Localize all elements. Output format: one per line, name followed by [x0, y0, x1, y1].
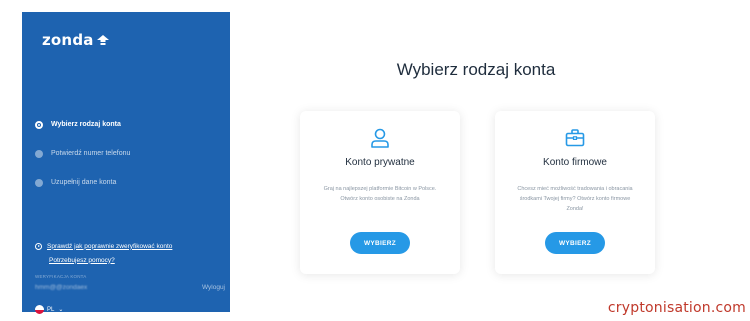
business-account-card[interactable]: Konto firmowe Chcesz mieć możliwość trad… [495, 111, 655, 274]
choose-personal-button[interactable]: WYBIERZ [350, 232, 410, 254]
step-label: Uzupełnij dane konta [51, 179, 117, 186]
need-help-link[interactable]: Potrzebujesz pomocy? [35, 254, 225, 266]
logo-text: zonda [42, 31, 94, 49]
language-code: PL [47, 306, 55, 313]
step-complete-account-data[interactable]: Uzupełnij dane konta [35, 168, 225, 197]
language-selector[interactable]: PL ⌄ [35, 305, 63, 314]
card-title: Konto prywatne [345, 157, 415, 168]
card-description: Graj na najlepszej platformie Bitcoin w … [323, 186, 437, 202]
zonda-logo[interactable]: zonda [42, 31, 109, 49]
step-dot-icon [35, 149, 43, 158]
page-title: Wybierz rodzaj konta [396, 60, 556, 79]
account-section-label: WERYFIKACJA KONTA [35, 274, 87, 279]
registration-steps: Wybierz rodzaj konta Potwierdź numer tel… [35, 110, 225, 197]
step-choose-account-type[interactable]: Wybierz rodzaj konta [35, 110, 225, 139]
verify-account-link[interactable]: Sprawdź jak poprawnie zweryfikować konto [35, 240, 225, 252]
logout-link[interactable]: Wyloguj [202, 284, 225, 291]
account-email: hmm@@zondaex [35, 284, 88, 291]
need-help-link-text: Potrzebujesz pomocy? [49, 256, 115, 264]
logo-mark-icon [96, 34, 109, 46]
step-confirm-phone[interactable]: Potwierdź numer telefonu [35, 139, 225, 168]
play-circle-icon [35, 242, 42, 250]
poland-flag-icon [35, 305, 44, 314]
user-icon [300, 127, 460, 149]
verify-account-link-text: Sprawdź jak poprawnie zweryfikować konto [47, 242, 173, 250]
watermark: cryptonisation.com [607, 300, 746, 316]
personal-account-card[interactable]: Konto prywatne Graj na najlepszej platfo… [300, 111, 460, 274]
step-active-dot-icon [35, 120, 43, 129]
sidebar: zonda Wybierz rodzaj konta Potwierdź num… [22, 12, 230, 314]
chevron-down-icon: ⌄ [58, 307, 64, 313]
help-links: Sprawdź jak poprawnie zweryfikować konto… [35, 240, 225, 266]
step-label: Potwierdź numer telefonu [51, 150, 131, 157]
card-description: Chcesz mieć możliwość tradowania i obrac… [517, 186, 633, 212]
briefcase-icon [495, 127, 655, 149]
account-row: hmm@@zondaex Wyloguj [35, 284, 225, 291]
step-label: Wybierz rodzaj konta [51, 121, 121, 128]
choose-business-button[interactable]: WYBIERZ [545, 232, 605, 254]
step-dot-icon [35, 178, 43, 187]
card-title: Konto firmowe [543, 157, 607, 168]
